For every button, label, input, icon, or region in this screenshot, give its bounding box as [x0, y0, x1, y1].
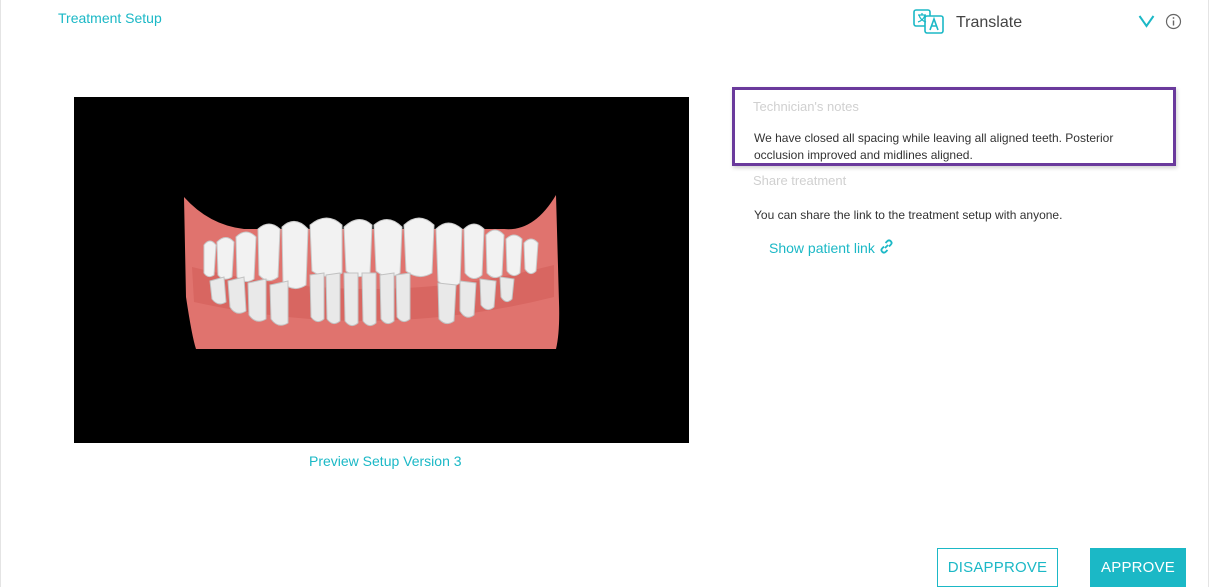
technician-notes-text: We have closed all spacing while leaving… [754, 131, 1114, 162]
translate-label: Translate [956, 14, 1023, 31]
preview-setup-link[interactable]: Preview Setup Version 3 [309, 453, 462, 469]
page-title: Treatment Setup [58, 10, 162, 26]
link-icon [875, 239, 894, 257]
show-patient-link-label: Show patient link [769, 240, 875, 256]
dental-model-image [184, 195, 560, 349]
translate-icon [913, 8, 945, 39]
treatment-3d-viewer[interactable] [74, 97, 689, 443]
disapprove-button[interactable]: DISAPPROVE [937, 548, 1058, 587]
technician-notes-heading: Technician's notes [753, 99, 859, 114]
show-patient-link[interactable]: Show patient link [769, 239, 894, 257]
info-icon[interactable] [1165, 13, 1182, 35]
chevron-down-icon[interactable] [1138, 14, 1155, 33]
share-treatment-heading: Share treatment [753, 173, 847, 188]
share-treatment-description: You can share the link to the treatment … [754, 208, 1063, 222]
translate-button[interactable]: Translate [913, 8, 1023, 39]
approve-button[interactable]: APPROVE [1090, 548, 1186, 587]
